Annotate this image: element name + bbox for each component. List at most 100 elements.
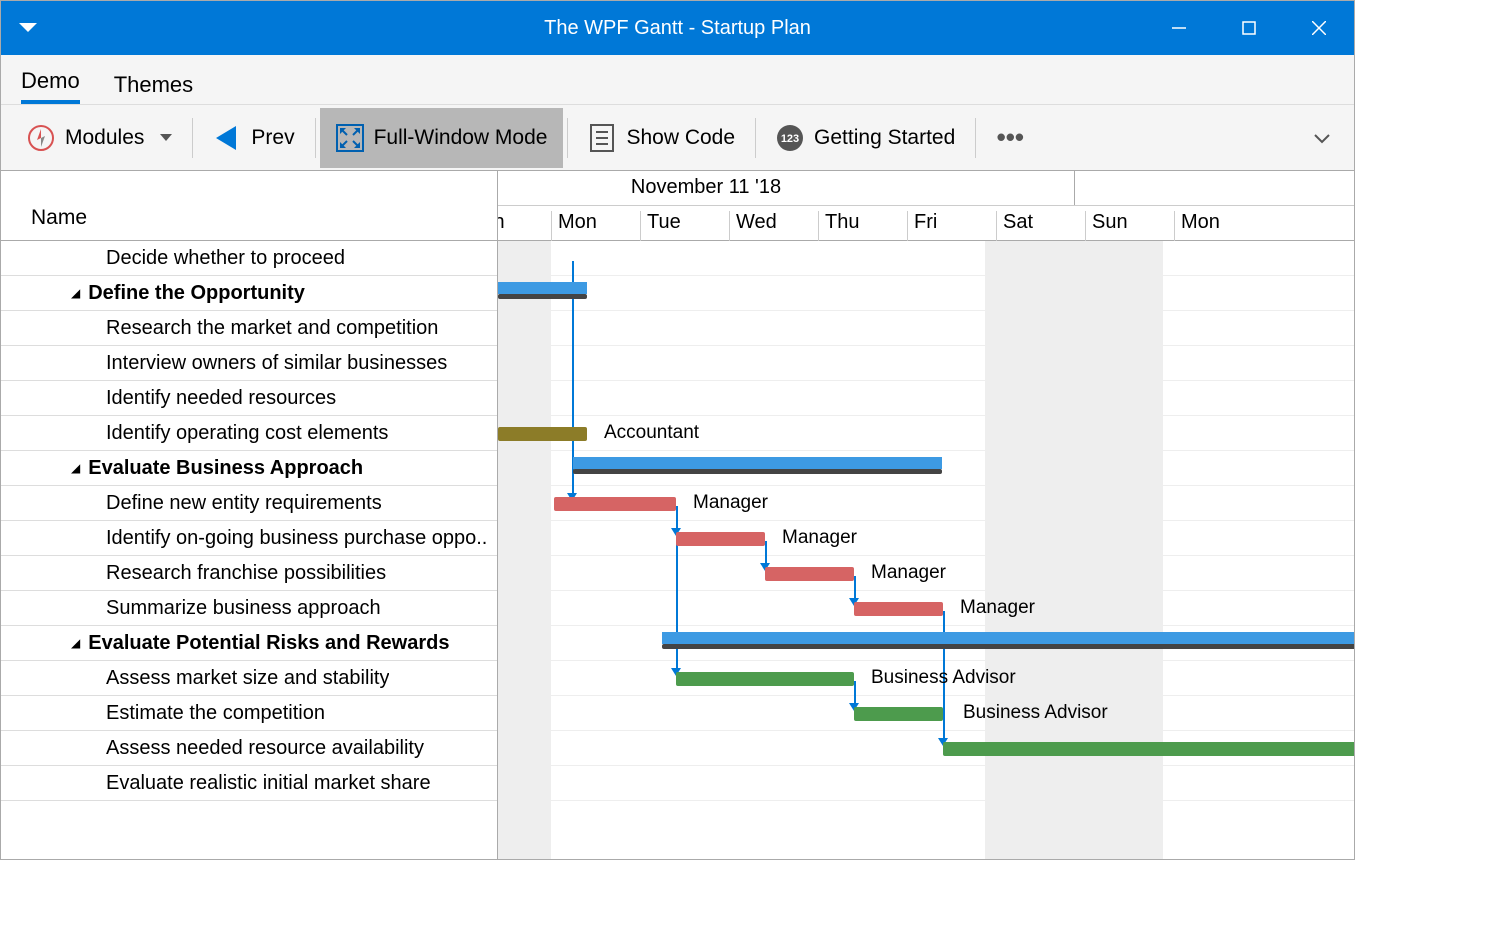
separator — [975, 118, 976, 158]
qat-dropdown-icon[interactable] — [1, 23, 55, 33]
tree-row-label: Evaluate realistic initial market share — [106, 772, 431, 795]
summary-bar[interactable] — [498, 282, 587, 294]
fullscreen-icon — [336, 124, 364, 152]
resource-label: Manager — [693, 492, 768, 514]
summary-progress — [662, 644, 1354, 649]
toolbar: Modules Prev Full-Window Mode Show Code … — [1, 105, 1354, 171]
tree-row[interactable]: Summarize business approach — [1, 591, 497, 626]
gantt-row — [498, 766, 1354, 801]
timeline-month-label: November 11 '18 — [498, 176, 1134, 199]
minimize-button[interactable] — [1144, 1, 1214, 55]
tree-row-label: Identify on-going business purchase oppo… — [106, 527, 487, 550]
tree-row[interactable]: Research franchise possibilities — [1, 556, 497, 591]
full-window-label: Full-Window Mode — [374, 126, 548, 150]
tab-demo[interactable]: Demo — [21, 58, 80, 104]
gantt-chart[interactable]: November 11 '18 SunMonTueWedThuFriSatSun… — [498, 171, 1354, 859]
day-header: Sat — [996, 211, 1085, 241]
gantt-row — [498, 241, 1354, 276]
summary-bar[interactable] — [662, 632, 1354, 644]
timeline-header: November 11 '18 SunMonTueWedThuFriSatSun… — [498, 171, 1354, 241]
tree-row-label: Define the Opportunity — [88, 282, 305, 305]
tree-rows: Decide whether to proceed Define the Oppo… — [1, 241, 497, 859]
tree-row[interactable]: Assess market size and stability — [1, 661, 497, 696]
tree-row[interactable]: Evaluate Potential Risks and Rewards — [1, 626, 497, 661]
ribbon-tabs: Demo Themes — [1, 55, 1354, 105]
title-bar: The WPF Gantt - Startup Plan — [1, 1, 1354, 55]
task-bar[interactable] — [854, 602, 943, 616]
chart-area: Accountant Manager Manager Manager — [498, 241, 1354, 859]
tree-row[interactable]: Identify needed resources — [1, 381, 497, 416]
tree-row[interactable]: Decide whether to proceed — [1, 241, 497, 276]
modules-button[interactable]: Modules — [11, 108, 188, 168]
tree-row-label: Estimate the competition — [106, 702, 325, 725]
summary-bar[interactable] — [573, 457, 942, 469]
more-button[interactable]: ••• — [980, 108, 1040, 168]
summary-progress — [573, 469, 942, 474]
modules-label: Modules — [65, 126, 144, 150]
tree-row-label: Interview owners of similar businesses — [106, 352, 447, 375]
triangle-left-icon — [213, 124, 241, 152]
gantt-row: Manager — [498, 521, 1354, 556]
task-bar[interactable] — [854, 707, 943, 721]
gantt-content: Name Decide whether to proceed Define the… — [1, 171, 1354, 859]
day-header: Wed — [729, 211, 818, 241]
gantt-row: Accountant — [498, 416, 1354, 451]
tree-row[interactable]: Evaluate realistic initial market share — [1, 766, 497, 801]
tree-row-label: Research franchise possibilities — [106, 562, 386, 585]
tree-row[interactable]: Evaluate Business Approach — [1, 451, 497, 486]
chevron-down-icon — [160, 134, 172, 141]
collapse-ribbon-button[interactable] — [1314, 126, 1344, 150]
gantt-row — [498, 311, 1354, 346]
column-header-name[interactable]: Name — [1, 171, 497, 241]
maximize-button[interactable] — [1214, 1, 1284, 55]
day-header: Fri — [907, 211, 996, 241]
task-bar[interactable] — [676, 532, 765, 546]
day-header: Mon — [551, 211, 640, 241]
close-button[interactable] — [1284, 1, 1354, 55]
tree-row[interactable]: Interview owners of similar businesses — [1, 346, 497, 381]
tree-row[interactable]: Estimate the competition — [1, 696, 497, 731]
tree-row[interactable]: Research the market and competition — [1, 311, 497, 346]
getting-started-button[interactable]: 123 Getting Started — [760, 108, 971, 168]
gantt-row: Business Advisor — [498, 661, 1354, 696]
task-bar[interactable] — [498, 427, 587, 441]
show-code-button[interactable]: Show Code — [572, 108, 751, 168]
tree-row[interactable]: Assess needed resource availability — [1, 731, 497, 766]
gantt-row — [498, 626, 1354, 661]
gantt-row — [498, 381, 1354, 416]
separator — [755, 118, 756, 158]
task-bar[interactable] — [765, 567, 854, 581]
gantt-row: Business Advisor — [498, 696, 1354, 731]
gantt-row: Manager — [498, 556, 1354, 591]
tree-row-label: Research the market and competition — [106, 317, 438, 340]
tab-themes[interactable]: Themes — [114, 62, 193, 104]
ellipsis-icon: ••• — [996, 124, 1024, 152]
resource-label: Business Advisor — [871, 667, 1016, 689]
resource-label: Manager — [782, 527, 857, 549]
task-bar[interactable] — [554, 497, 676, 511]
full-window-button[interactable]: Full-Window Mode — [320, 108, 564, 168]
prev-button[interactable]: Prev — [197, 108, 310, 168]
tree-row-label: Evaluate Business Approach — [88, 457, 363, 480]
tree-row[interactable]: Identify operating cost elements — [1, 416, 497, 451]
tree-row-label: Define new entity requirements — [106, 492, 382, 515]
tree-row[interactable]: Identify on-going business purchase oppo… — [1, 521, 497, 556]
getting-started-label: Getting Started — [814, 126, 955, 150]
numbers-123-icon: 123 — [776, 124, 804, 152]
task-bar[interactable] — [943, 742, 1354, 756]
gantt-row — [498, 731, 1354, 766]
resource-label: Business Advisor — [963, 702, 1108, 724]
tree-row-label: Evaluate Potential Risks and Rewards — [88, 632, 449, 655]
day-header: Thu — [818, 211, 907, 241]
day-header: Mon — [1174, 211, 1263, 241]
separator — [567, 118, 568, 158]
gantt-row: Manager — [498, 486, 1354, 521]
tree-row[interactable]: Define new entity requirements — [1, 486, 497, 521]
tree-row[interactable]: Define the Opportunity — [1, 276, 497, 311]
svg-text:123: 123 — [781, 133, 799, 145]
tree-row-label: Decide whether to proceed — [106, 247, 345, 270]
separator — [192, 118, 193, 158]
day-header: Sun — [498, 211, 551, 241]
task-bar[interactable] — [676, 672, 854, 686]
tree-row-label: Summarize business approach — [106, 597, 381, 620]
